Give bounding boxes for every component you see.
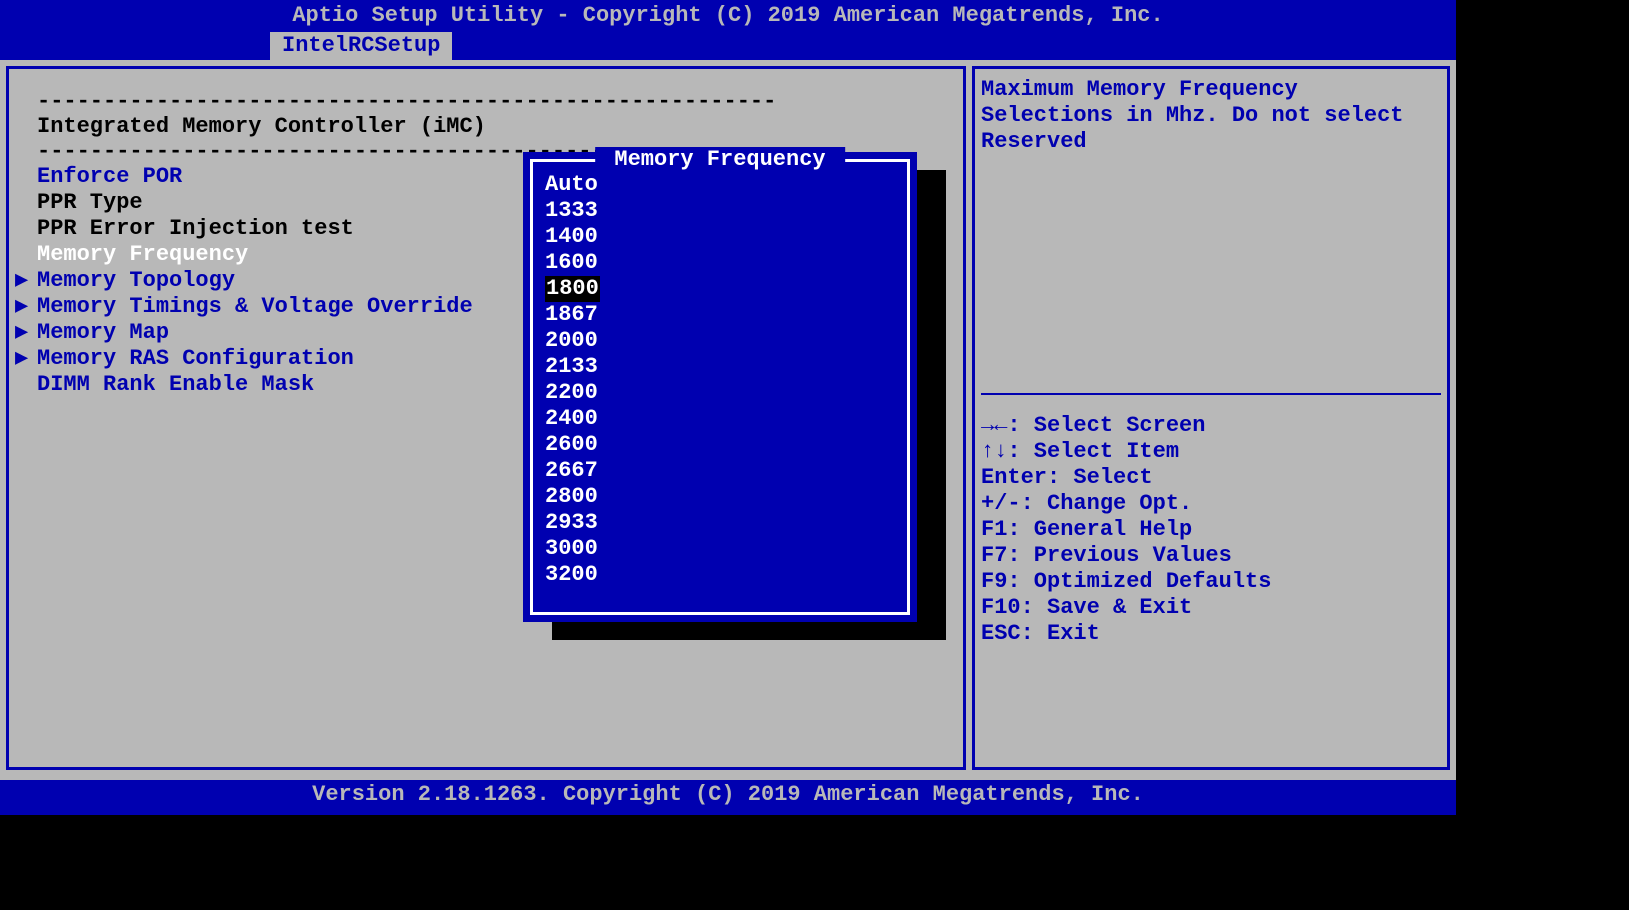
help-separator: [981, 393, 1441, 395]
help-key-line: ↑↓: Select Item: [981, 439, 1441, 465]
menu-item-label: DIMM Rank Enable Mask: [37, 372, 314, 397]
help-key-line: F10: Save & Exit: [981, 595, 1441, 621]
menu-item-label: Memory Map: [37, 320, 169, 345]
section-header: Integrated Memory Controller (iMC): [37, 114, 935, 139]
freq-option-3000[interactable]: 3000: [545, 536, 598, 561]
freq-option-2133[interactable]: 2133: [545, 354, 598, 379]
freq-option-2667[interactable]: 2667: [545, 458, 598, 483]
freq-option-1400[interactable]: 1400: [545, 224, 598, 249]
freq-option-2800[interactable]: 2800: [545, 484, 598, 509]
freq-option-2933[interactable]: 2933: [545, 510, 598, 535]
submenu-arrow-icon: ▶: [15, 268, 28, 294]
right-panel: Maximum Memory Frequency Selections in M…: [972, 66, 1450, 770]
submenu-arrow-icon: ▶: [15, 320, 28, 346]
help-key-line: F1: General Help: [981, 517, 1441, 543]
popup-inner: Memory Frequency Auto1333140016001800186…: [530, 159, 910, 615]
popup-memory-frequency: Memory Frequency Auto1333140016001800186…: [523, 152, 917, 622]
help-key-line: +/-: Change Opt.: [981, 491, 1441, 517]
help-key-line: F9: Optimized Defaults: [981, 569, 1441, 595]
freq-option-2000[interactable]: 2000: [545, 328, 598, 353]
tab-intelrcsetup[interactable]: IntelRCSetup: [270, 32, 452, 60]
freq-option-2200[interactable]: 2200: [545, 380, 598, 405]
freq-option-2400[interactable]: 2400: [545, 406, 598, 431]
main-area: ----------------------------------------…: [0, 60, 1456, 780]
tab-row: IntelRCSetup: [0, 32, 1456, 60]
freq-option-1333[interactable]: 1333: [545, 198, 598, 223]
menu-item-label: Memory Frequency: [37, 242, 248, 267]
help-key-line: Enter: Select: [981, 465, 1441, 491]
freq-option-auto[interactable]: Auto: [545, 172, 598, 197]
menu-item-label: Memory Topology: [37, 268, 235, 293]
freq-option-1600[interactable]: 1600: [545, 250, 598, 275]
submenu-arrow-icon: ▶: [15, 294, 28, 320]
freq-option-2600[interactable]: 2600: [545, 432, 598, 457]
freq-option-3200[interactable]: 3200: [545, 562, 598, 587]
freq-option-1867[interactable]: 1867: [545, 302, 598, 327]
menu-item-label: Enforce POR: [37, 164, 182, 189]
divider-top: ----------------------------------------…: [37, 89, 935, 114]
help-key-line: →←: Select Screen: [981, 413, 1441, 439]
title-bar: Aptio Setup Utility - Copyright (C) 2019…: [0, 0, 1456, 32]
menu-item-label: PPR Error Injection test: [37, 216, 354, 241]
help-key-line: F7: Previous Values: [981, 543, 1441, 569]
freq-option-1800[interactable]: 1800: [545, 276, 600, 302]
help-key-line: ESC: Exit: [981, 621, 1441, 647]
menu-item-label: Memory RAS Configuration: [37, 346, 354, 371]
footer: Version 2.18.1263. Copyright (C) 2019 Am…: [0, 780, 1456, 815]
menu-item-label: Memory Timings & Voltage Override: [37, 294, 473, 319]
menu-item-label: PPR Type: [37, 190, 143, 215]
bios-screen: Aptio Setup Utility - Copyright (C) 2019…: [0, 0, 1456, 815]
submenu-arrow-icon: ▶: [15, 346, 28, 372]
popup-title: Memory Frequency: [595, 147, 845, 172]
help-text: Maximum Memory Frequency Selections in M…: [981, 77, 1441, 155]
